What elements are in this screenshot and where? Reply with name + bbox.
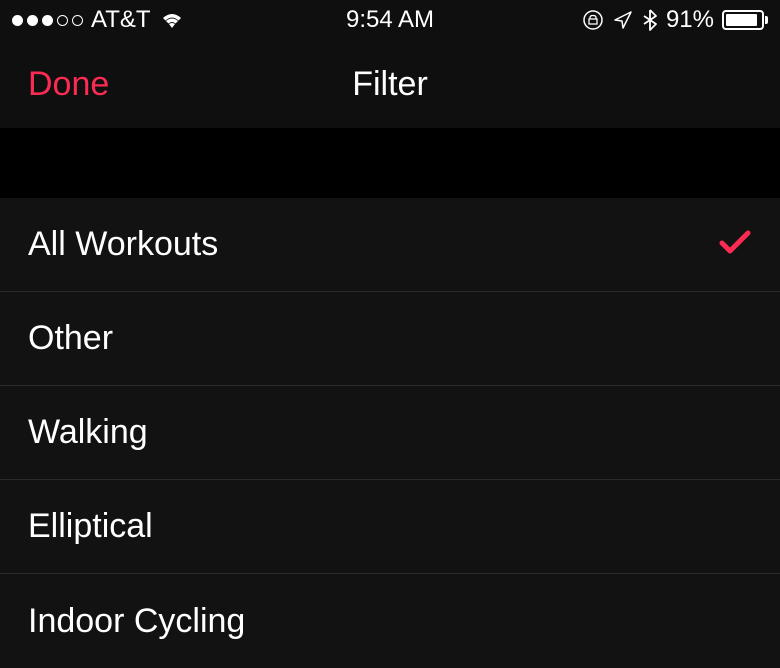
list-item-label: Elliptical [28,507,153,546]
battery-percentage: 91% [666,6,714,34]
filter-list: All Workouts Other Walking Elliptical In… [0,198,780,668]
section-spacer [0,128,780,198]
battery-icon [722,10,768,30]
checkmark-icon [718,228,752,261]
nav-bar: Done Filter [0,40,780,128]
list-item-label: All Workouts [28,225,218,264]
filter-item-elliptical[interactable]: Elliptical [0,480,780,574]
status-left: AT&T [12,6,185,34]
list-item-label: Walking [28,413,148,452]
filter-item-other[interactable]: Other [0,292,780,386]
done-button[interactable]: Done [0,65,109,104]
signal-strength-icon [12,15,83,26]
location-icon [612,9,634,31]
filter-item-walking[interactable]: Walking [0,386,780,480]
rotation-lock-icon [582,9,604,31]
filter-item-all-workouts[interactable]: All Workouts [0,198,780,292]
filter-item-indoor-cycling[interactable]: Indoor Cycling [0,574,780,668]
page-title: Filter [352,65,428,104]
wifi-icon [159,10,185,30]
list-item-label: Indoor Cycling [28,602,245,641]
carrier-label: AT&T [91,6,151,34]
status-time: 9:54 AM [346,6,434,34]
bluetooth-icon [642,8,658,32]
status-right: 91% [582,6,768,34]
list-item-label: Other [28,319,113,358]
status-bar: AT&T 9:54 AM 91% [0,0,780,40]
